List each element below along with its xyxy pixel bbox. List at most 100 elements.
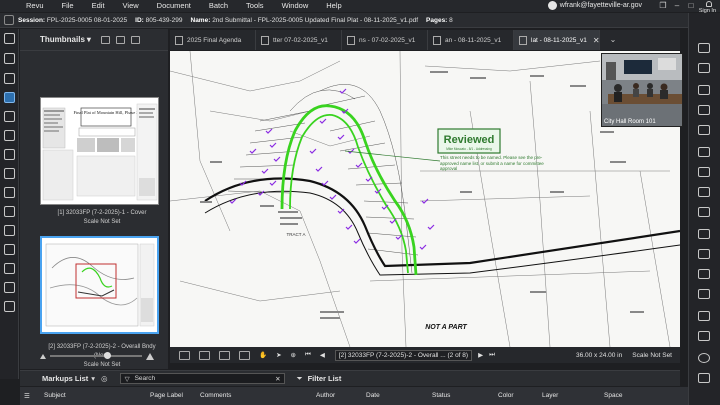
thumbnails-title: Thumbnails bbox=[40, 35, 85, 44]
links-icon[interactable] bbox=[4, 244, 15, 255]
markups-search-input[interactable]: ▽ Search ✕ bbox=[119, 373, 285, 384]
tab-overflow-chevron-icon[interactable]: ⌄ bbox=[600, 30, 626, 50]
layers-icon[interactable] bbox=[698, 85, 710, 95]
snapshot-icon[interactable] bbox=[239, 350, 250, 360]
thumbnails-icon[interactable] bbox=[4, 92, 15, 103]
chevron-down-icon[interactable]: ▾ bbox=[87, 35, 91, 44]
user-account[interactable]: wfrank@fayetteville-ar.gov bbox=[547, 1, 642, 10]
thumbnail-page-2[interactable] bbox=[40, 236, 159, 334]
reviewed-stamp[interactable]: Reviewed Mike Moscato - 8/1 - Addressing bbox=[437, 128, 501, 154]
column-space[interactable]: Space bbox=[604, 392, 622, 399]
split-vertical-icon[interactable] bbox=[199, 350, 210, 360]
text-tool-icon[interactable] bbox=[698, 43, 710, 53]
session-pages: Pages: 8 bbox=[426, 17, 453, 24]
tab-final-agenda[interactable]: 2025 Final Agenda bbox=[170, 30, 256, 50]
next-page-icon[interactable]: ▶ bbox=[478, 351, 483, 359]
thumb-smaller-icon[interactable] bbox=[40, 353, 46, 359]
visibility-icon[interactable]: ◎ bbox=[101, 374, 108, 383]
file-access-icon[interactable] bbox=[4, 33, 15, 44]
menu-document[interactable]: Document bbox=[148, 0, 200, 12]
session-name-value: FPL-2025-0005 08-01-2025 bbox=[46, 16, 128, 24]
session-menu-icon[interactable] bbox=[4, 15, 14, 25]
thumbnail-size-slider[interactable] bbox=[40, 349, 185, 363]
menu-view[interactable]: View bbox=[114, 0, 148, 12]
tool-chest-icon[interactable] bbox=[4, 149, 15, 160]
window-maximize-icon[interactable]: □ bbox=[683, 0, 699, 12]
document-icon[interactable] bbox=[698, 63, 710, 73]
menu-edit[interactable]: Edit bbox=[83, 0, 114, 12]
thumb-size-track[interactable] bbox=[50, 352, 142, 359]
document-tab-bar: 2025 Final Agenda tter 07-02-2025_v1 ns … bbox=[170, 30, 680, 50]
notification-bell-icon[interactable] bbox=[706, 1, 712, 7]
column-author[interactable]: Author bbox=[316, 392, 335, 399]
column-comments[interactable]: Comments bbox=[200, 392, 231, 399]
column-layer[interactable]: Layer bbox=[542, 392, 558, 399]
menu-window[interactable]: Window bbox=[273, 0, 318, 12]
filter-funnel-icon[interactable]: ⏷ bbox=[297, 374, 303, 384]
session-bar: Session: FPL-2025-0005 08-01-2025 ID: 80… bbox=[0, 13, 688, 28]
rectangle-icon[interactable] bbox=[698, 331, 710, 341]
pdf-icon bbox=[347, 35, 355, 45]
pan-hand-icon[interactable]: ✋ bbox=[259, 351, 267, 359]
measure-icon[interactable] bbox=[698, 167, 710, 177]
chevron-down-icon[interactable]: ▾ bbox=[91, 374, 95, 383]
list-view-icon[interactable]: ☰ bbox=[24, 392, 30, 400]
document-list-icon[interactable] bbox=[4, 53, 15, 64]
studio-icon[interactable] bbox=[4, 168, 15, 179]
tab-plan[interactable]: an - 08-11-2025_v1 bbox=[428, 30, 514, 50]
forms-icon[interactable] bbox=[4, 225, 15, 236]
split-horizontal-icon[interactable] bbox=[219, 350, 230, 360]
thumbnail-page-1[interactable]: Final Plat of Mountain Hill, Phase 2 bbox=[40, 97, 159, 205]
thumb-options-icon[interactable] bbox=[130, 35, 140, 44]
dimension-icon[interactable] bbox=[698, 311, 710, 321]
thumb-size-knob[interactable] bbox=[104, 352, 111, 359]
close-icon[interactable]: ✕ bbox=[593, 36, 599, 45]
right-tool-rail bbox=[688, 13, 720, 405]
column-status[interactable]: Status bbox=[432, 392, 450, 399]
line-icon[interactable] bbox=[698, 229, 710, 239]
measurements-icon[interactable] bbox=[4, 206, 15, 217]
thumb-view-icon[interactable] bbox=[100, 35, 110, 44]
tab-letter[interactable]: tter 07-02-2025_v1 bbox=[256, 30, 342, 50]
pen-icon[interactable] bbox=[698, 207, 710, 217]
tab-final-plat[interactable]: lat - 08-11-2025_v1 ✕ bbox=[514, 30, 600, 50]
properties-icon[interactable] bbox=[4, 73, 15, 84]
ellipse-icon[interactable] bbox=[698, 353, 710, 363]
clear-search-icon[interactable]: ✕ bbox=[275, 375, 280, 383]
search-panel-icon[interactable] bbox=[4, 301, 15, 312]
page-indicator[interactable]: [2] 32033FP (7-2-2025)-2 - Overall ... (… bbox=[334, 349, 473, 361]
signature-icon[interactable] bbox=[698, 125, 710, 135]
bookmarks-icon[interactable] bbox=[4, 111, 15, 122]
first-page-icon[interactable]: ⏮ bbox=[305, 351, 311, 359]
column-subject[interactable]: Subject bbox=[44, 392, 66, 399]
arrow-icon[interactable] bbox=[698, 249, 710, 259]
column-page-label[interactable]: Page Label bbox=[150, 392, 183, 399]
arc-icon[interactable] bbox=[698, 269, 710, 279]
image-icon[interactable] bbox=[698, 187, 710, 197]
last-page-icon[interactable]: ⏭ bbox=[489, 351, 495, 359]
thumb-larger-icon[interactable] bbox=[146, 352, 154, 360]
menu-help[interactable]: Help bbox=[317, 0, 350, 12]
column-date[interactable]: Date bbox=[366, 392, 380, 399]
menu-file[interactable]: File bbox=[53, 0, 83, 12]
previous-page-icon[interactable]: ◀ bbox=[320, 351, 325, 359]
zoom-icon[interactable]: ⊕ bbox=[291, 351, 296, 359]
column-color[interactable]: Color bbox=[498, 392, 514, 399]
menu-tools[interactable]: Tools bbox=[237, 0, 273, 12]
tab-plans[interactable]: ns - 07-02-2025_v1 bbox=[342, 30, 428, 50]
signatures-icon[interactable] bbox=[4, 187, 15, 198]
single-page-icon[interactable] bbox=[179, 350, 190, 360]
cover-sheet-preview: Final Plat of Mountain Hill, Phase 2 bbox=[41, 98, 158, 204]
polyline-icon[interactable] bbox=[698, 289, 710, 299]
menu-batch[interactable]: Batch bbox=[200, 0, 237, 12]
bookmark-icon[interactable] bbox=[698, 105, 710, 115]
cloud-icon[interactable] bbox=[698, 373, 710, 383]
thumb-grid-icon[interactable] bbox=[115, 35, 125, 44]
sets-icon[interactable] bbox=[4, 282, 15, 293]
spaces-icon[interactable] bbox=[4, 263, 15, 274]
layers-panel-icon[interactable] bbox=[4, 130, 15, 141]
menu-revu[interactable]: Revu bbox=[0, 0, 53, 12]
tab-label: tter 07-02-2025_v1 bbox=[273, 36, 328, 44]
select-arrow-icon[interactable]: ➤ bbox=[276, 351, 281, 359]
stamp-icon[interactable] bbox=[698, 147, 710, 157]
